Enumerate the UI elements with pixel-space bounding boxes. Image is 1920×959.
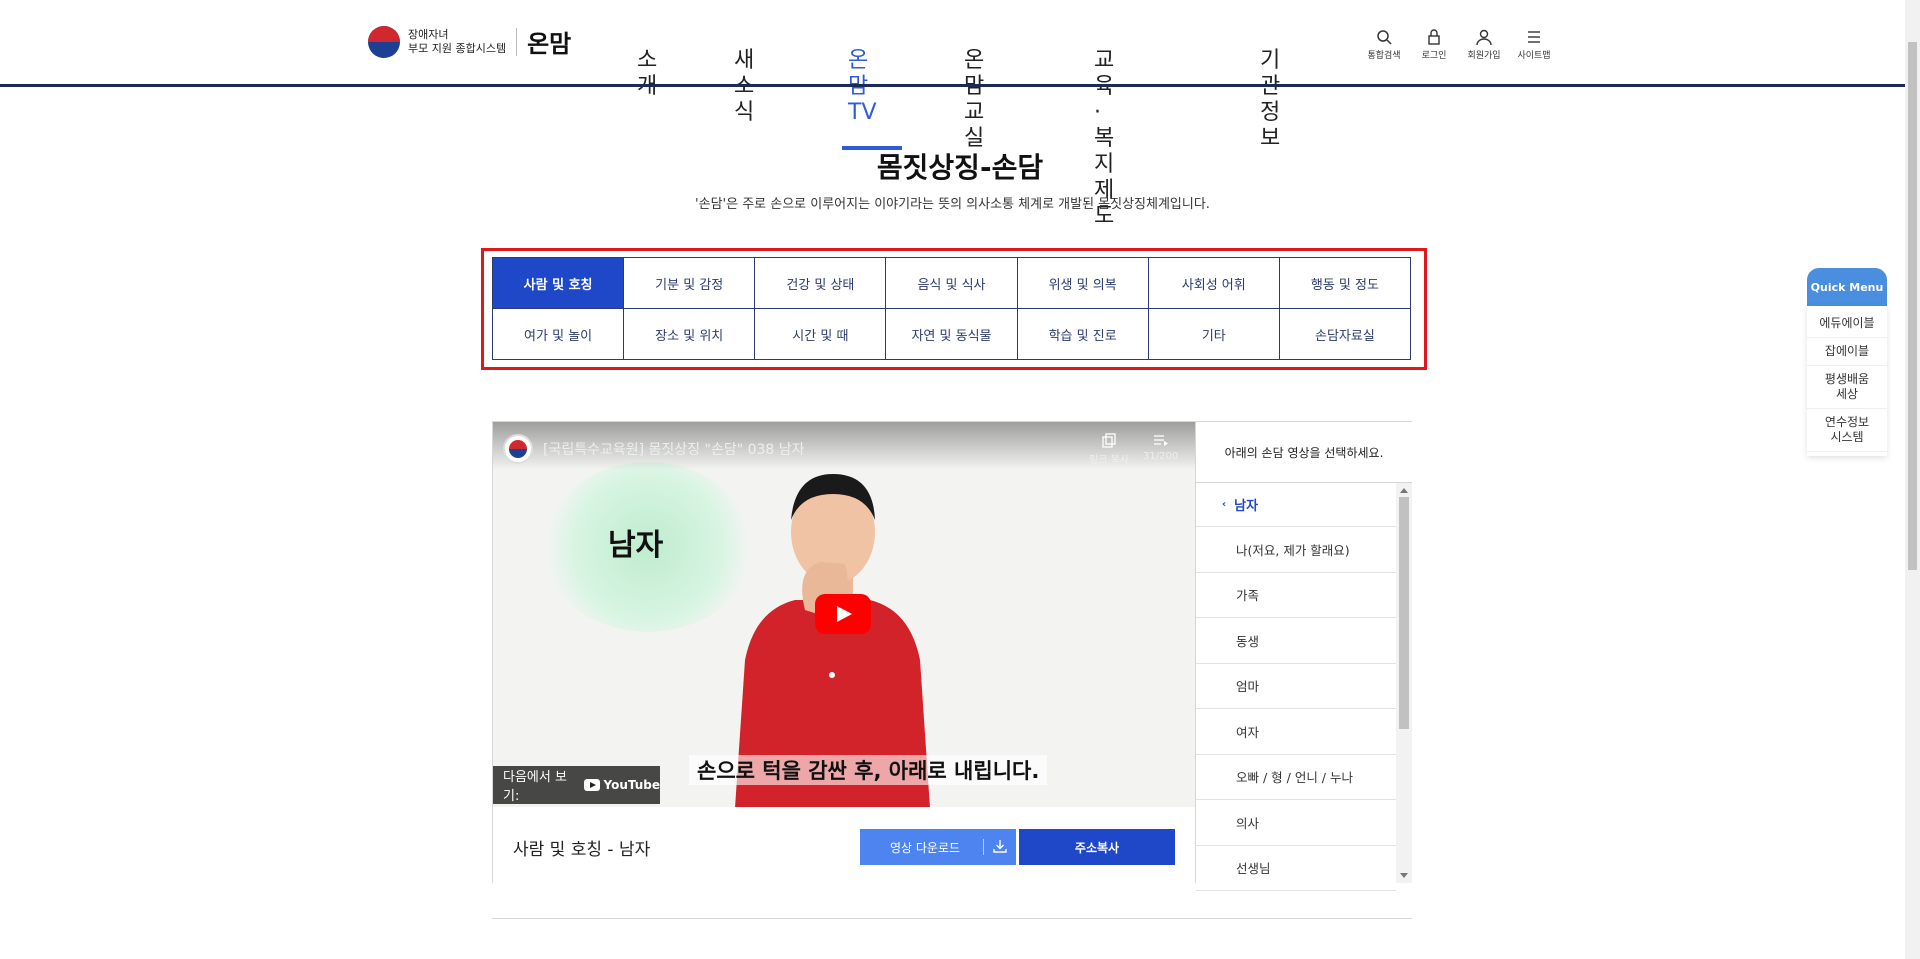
category-sondam-archive[interactable]: 손담자료실 [1279,309,1411,360]
quick-menu-edu-able[interactable]: 에듀에이블 [1807,310,1887,338]
download-video-label: 영상 다운로드 [890,840,961,855]
video-list: ‹ 남자 나(저요, 제가 할래요) 가족 동생 엄마 여자 오빠 / 형 / … [1196,483,1396,891]
category-social-vocabulary[interactable]: 사회성 어휘 [1148,258,1280,309]
channel-avatar[interactable] [503,434,533,464]
category-food-meal[interactable]: 음식 및 식사 [886,258,1018,309]
site-logo[interactable]: 장애자녀 부모 지원 종합시스템 온맘 [368,24,571,59]
video-list-scroll-thumb[interactable] [1399,497,1409,729]
quick-menu-lifelong-learning[interactable]: 평생배움 세상 [1807,366,1887,409]
brand-name: 온맘 [527,30,572,58]
list-item[interactable]: 선생님 [1196,846,1396,891]
lock-icon [1428,29,1440,45]
video-subtitle: 손으로 턱을 감싼 후, 아래로 내립니다. [689,755,1048,785]
login-label: 로그인 [1421,51,1447,61]
page-scrollbar[interactable] [1905,0,1920,959]
search-icon [1377,30,1392,45]
category-mood-emotion[interactable]: 기분 및 감정 [624,258,756,309]
category-time[interactable]: 시간 및 때 [755,309,887,360]
logo-line-1: 장애자녀 [408,27,449,41]
site-header: 장애자녀 부모 지원 종합시스템 온맘 소 개 새소 식 온맘 TV 온맘 교실… [0,0,1920,229]
video-caption-bar: 사람 및 호칭 - 남자 영상 다운로드 주소복사 [493,807,1195,883]
sitemap-button[interactable]: 사이트맵 [1514,28,1554,61]
list-item[interactable]: 엄마 [1196,664,1396,709]
integrated-search-button[interactable]: 통합검색 [1364,28,1404,61]
download-button-divider [983,839,984,855]
nav-item-news[interactable]: 새소 식 [734,48,754,126]
page-description: '손담'은 주로 손으로 이루어지는 이야기라는 뜻의 의사소통 체계로 개발된… [695,197,1210,212]
quick-menu-title[interactable]: Quick Menu [1807,268,1887,306]
list-item[interactable]: 의사 [1196,800,1396,846]
playlist-count: 31/200 [1143,451,1179,462]
category-etc[interactable]: 기타 [1148,309,1280,360]
quick-menu-list: 에듀에이블 잡에이블 평생배움 세상 연수정보 시스템 [1807,306,1887,456]
video-group-toggle[interactable]: ‹ 남자 [1196,483,1396,527]
user-icon [1476,29,1492,46]
category-leisure-play[interactable]: 여가 및 놀이 [493,309,625,360]
category-hygiene-clothing[interactable]: 위생 및 의복 [1017,258,1149,309]
signup-button[interactable]: 회원가입 [1464,28,1504,61]
logo-text: 장애자녀 부모 지원 종합시스템 [408,28,506,56]
page-title: 몸짓상징-손담 [876,151,1044,184]
download-icon [993,840,1007,853]
list-item[interactable]: 가족 [1196,573,1396,618]
list-item[interactable]: 여자 [1196,709,1396,755]
download-video-button[interactable]: 영상 다운로드 [860,829,1016,865]
quick-menu: Quick Menu 에듀에이블 잡에이블 평생배움 세상 연수정보 시스템 [1807,268,1887,456]
video-caption: 사람 및 호칭 - 남자 [513,840,651,860]
copy-link-label: 링크 복사 [1089,455,1129,466]
chevron-left-icon: ‹ [1222,499,1227,510]
nav-item-onmom-tv[interactable]: 온맘 TV [848,48,877,126]
youtube-logo-icon: YouTube [584,778,660,792]
copy-link-button[interactable]: 링크 복사 [1089,432,1129,466]
video-list-scrollbar[interactable] [1396,483,1412,883]
list-item[interactable]: 나(저요, 제가 할래요) [1196,527,1396,573]
quick-menu-job-able[interactable]: 잡에이블 [1807,338,1887,366]
video-list-panel: 아래의 손담 영상을 선택하세요. ‹ 남자 나(저요, 제가 할래요) 가족 … [1195,422,1412,891]
category-nature-animals[interactable]: 자연 및 동식물 [886,309,1018,360]
scroll-down-icon[interactable] [1400,873,1408,878]
category-action-degree[interactable]: 행동 및 정도 [1279,258,1411,309]
youtube-logo-text: YouTube [603,778,660,792]
watch-on-label: 다음에서 보기: [503,770,567,804]
sitemap-label: 사이트맵 [1517,51,1551,61]
category-learning-career[interactable]: 학습 및 진로 [1017,309,1149,360]
scroll-up-icon[interactable] [1400,488,1408,493]
government-emblem-icon [368,25,400,58]
video-player[interactable]: 남자 [국립특수교육원] 몸짓상징 "손담" 038 남자 링크 복사 31/2… [493,422,1195,807]
video-group-label: 남자 [1234,499,1259,514]
menu-icon [1528,31,1540,43]
list-item[interactable]: 오빠 / 형 / 언니 / 누나 [1196,755,1396,800]
header-divider [0,84,1905,87]
watch-on-youtube-button[interactable]: 다음에서 보기: YouTube [493,766,660,804]
category-health-condition[interactable]: 건강 및 상태 [755,258,887,309]
playlist-icon [1153,435,1168,446]
nav-item-intro[interactable]: 소 개 [637,48,657,100]
logo-divider [516,27,518,56]
logo-line-2: 부모 지원 종합시스템 [408,41,507,55]
signup-label: 회원가입 [1467,51,1501,61]
content-divider [492,918,1412,919]
quick-menu-training-info[interactable]: 연수정보 시스템 [1807,409,1887,452]
playlist-button[interactable]: 31/200 [1143,432,1178,462]
utility-menu: 통합검색 로그인 회원가입 사이트맵 [1364,28,1554,61]
integrated-search-label: 통합검색 [1367,51,1401,61]
play-button[interactable] [815,594,871,634]
video-sign-word: 남자 [608,528,664,563]
category-place-location[interactable]: 장소 및 위치 [624,309,756,360]
video-list-heading: 아래의 손담 영상을 선택하세요. [1196,422,1412,483]
nav-item-onmom-class[interactable]: 온맘 교실 [964,48,984,152]
page-scroll-thumb[interactable] [1908,42,1917,570]
list-item[interactable]: 동생 [1196,618,1396,664]
login-button[interactable]: 로그인 [1414,28,1454,61]
copy-url-button[interactable]: 주소복사 [1019,829,1175,865]
category-tabs: 사람 및 호칭 기분 및 감정 건강 및 상태 음식 및 식사 위생 및 의복 … [492,257,1411,360]
category-people-titles[interactable]: 사람 및 호칭 [493,258,625,309]
copy-icon [1102,433,1116,448]
video-title[interactable]: [국립특수교육원] 몸짓상징 "손담" 038 남자 [543,439,805,459]
nav-item-institution-info[interactable]: 기관 정보 [1260,48,1280,152]
video-section: 남자 [국립특수교육원] 몸짓상징 "손담" 038 남자 링크 복사 31/2… [492,421,1412,891]
